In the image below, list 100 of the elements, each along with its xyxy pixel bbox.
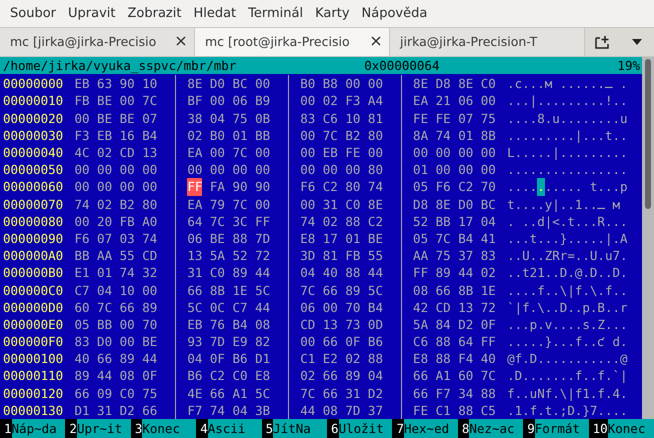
hex-byte: 80 [368, 126, 383, 144]
hex-byte: 60 [458, 367, 474, 385]
row-offset: 00000080 [3, 212, 64, 230]
row-offset: 00000020 [3, 110, 64, 127]
hex-byte: BE [210, 230, 225, 248]
hex-byte: C0 [232, 367, 248, 385]
hex-byte: F7 [436, 384, 451, 402]
hex-byte: BB [436, 212, 451, 230]
hex-byte: C0 [120, 384, 135, 402]
terminal-tab[interactable]: jirka@jirka-Precision-T [390, 28, 585, 56]
hex-byte: B2 [345, 126, 360, 144]
function-key-button[interactable]: Formát [534, 419, 589, 438]
function-key-button[interactable]: Upr~it [76, 419, 131, 438]
hex-byte: 8E [436, 196, 451, 213]
hex-byte: 02 [322, 212, 338, 230]
key-number: 10 [592, 421, 608, 436]
hex-byte: 20 [97, 212, 112, 230]
dropdown-caret-icon[interactable] [632, 38, 642, 45]
function-key-button[interactable]: Konec [608, 419, 654, 438]
hex-byte: 83 [480, 247, 496, 264]
hex-byte: C0 [210, 264, 225, 282]
hex-byte: C7 [232, 298, 248, 316]
menu-item[interactable]: Nápověda [356, 6, 434, 21]
hex-byte: 00 [120, 161, 135, 178]
hex-byte: EB [187, 316, 202, 334]
hex-byte: 37 [368, 402, 383, 419]
ascii-text: ...|.........!.. [506, 92, 628, 110]
menu-item[interactable]: Zobrazit [121, 6, 188, 21]
hex-byte: B6 [187, 367, 202, 385]
hex-byte: 5C [255, 282, 270, 299]
hex-byte: 13 [187, 247, 202, 264]
hex-byte: FA [210, 178, 225, 196]
hex-byte: 74 [436, 126, 451, 144]
function-key-button[interactable]: Uložit [338, 419, 392, 438]
hex-byte: 1E [480, 282, 496, 299]
function-key-button[interactable]: Nez~ac [469, 419, 524, 438]
menu-item[interactable]: Soubor [4, 6, 62, 21]
function-key-button[interactable]: Náp~da [12, 419, 66, 438]
hex-byte: 7C [480, 367, 496, 385]
hex-byte: 01 [97, 264, 112, 282]
hex-byte: 00 [368, 144, 383, 162]
hex-byte: 74 [120, 264, 135, 282]
hex-byte: C0 [345, 196, 360, 213]
hex-byte: 90 [120, 75, 135, 92]
hex-byte: 05 [413, 230, 428, 248]
hex-byte: A4 [368, 92, 383, 110]
terminal-tab[interactable]: mc [jirka@jirka-Precisio [0, 28, 195, 56]
hex-byte: 7C [210, 212, 225, 230]
hex-byte: 00 [120, 316, 135, 334]
hex-byte: 76 [210, 316, 225, 334]
hex-byte: A1 [436, 367, 451, 385]
hex-byte: 90 [255, 178, 270, 196]
ascii-text: ...t...}.....|.A [506, 230, 628, 248]
key-number: 3 [134, 421, 142, 436]
terminal-tab[interactable]: mc [root@jirka-Precisio [195, 28, 390, 56]
hex-byte: 37 [458, 247, 474, 264]
menu-item[interactable]: Karty [309, 6, 356, 21]
hex-byte: 7C [322, 126, 338, 144]
function-key-button[interactable]: JítNa [273, 419, 328, 438]
function-key-button[interactable]: Ascii [208, 419, 262, 438]
hex-byte: 88 [436, 333, 451, 350]
hex-byte: C2 [210, 367, 225, 385]
hex-byte: 00 [210, 92, 225, 110]
row-offset: 00000060 [3, 178, 64, 196]
hex-byte: 04 [210, 110, 225, 127]
hex-byte: BE [97, 92, 112, 110]
function-key-button[interactable]: Hex~ed [404, 419, 458, 438]
hex-byte: 4C [74, 144, 90, 162]
hex-byte: 07 [142, 110, 158, 127]
hex-byte: E8 [413, 350, 428, 368]
hex-byte: 66 [187, 282, 202, 299]
hex-byte: 66 [322, 367, 338, 385]
hex-byte: 83 [74, 333, 90, 350]
hex-byte: 7D [345, 402, 360, 419]
new-tab-icon[interactable] [595, 34, 611, 49]
hex-byte: 64 [187, 212, 202, 230]
hex-byte: 00 [187, 161, 202, 178]
hex-byte: FB [345, 247, 360, 264]
hex-byte: 0C [210, 298, 225, 316]
hex-byte: 44 [255, 298, 270, 316]
hex-byte: 04 [300, 264, 316, 282]
menu-item[interactable]: Upravit [62, 6, 122, 21]
hex-byte: 06 [187, 230, 202, 248]
hex-byte: D0 [97, 333, 112, 350]
hex-byte: 89 [120, 350, 135, 368]
hex-byte: 00 [300, 144, 316, 162]
key-number: 1 [3, 421, 12, 436]
hex-byte: FB [74, 92, 90, 110]
hex-byte: 74 [142, 230, 158, 248]
scrollbar[interactable] [642, 57, 654, 419]
hex-byte: E1 [74, 264, 90, 282]
hex-byte: FE [413, 402, 428, 419]
function-key-button[interactable]: Konec [142, 419, 196, 438]
hex-byte: 89 [345, 367, 360, 385]
menu-item[interactable]: Terminál [242, 6, 310, 21]
hex-byte: B6 [232, 350, 248, 368]
menu-item[interactable]: Hledat [187, 6, 242, 21]
hex-byte: 44 [368, 264, 383, 282]
hex-byte: 13 [458, 298, 474, 316]
hex-byte: 0F [480, 316, 496, 334]
